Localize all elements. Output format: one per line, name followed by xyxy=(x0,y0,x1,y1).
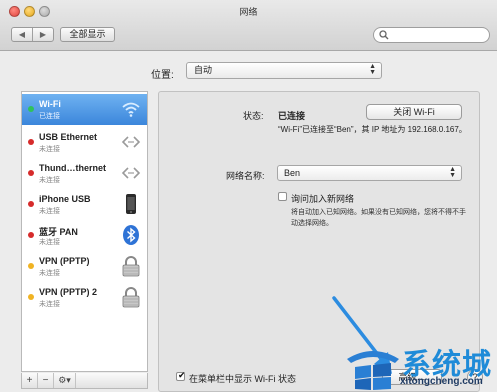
location-select[interactable]: 自动 ▲ ▼ xyxy=(186,62,382,79)
watermark: 系统城 xitongcheng.com xyxy=(340,345,497,392)
status-dot xyxy=(28,201,34,207)
window-toolbar: 网络 ◀ ▶ 全部显示 xyxy=(0,0,497,51)
ask-join-description: 将自动加入已知网络。如果没有已知网络，您将不得不手动选择网络。 xyxy=(291,209,466,227)
turn-off-wifi-button[interactable]: 关闭 Wi-Fi xyxy=(366,104,462,120)
status-dot xyxy=(28,263,34,269)
ask-join-label: 询问加入新网络 xyxy=(291,194,355,204)
search-field[interactable] xyxy=(373,27,490,43)
show-in-menubar-label: 在菜单栏中显示 Wi-Fi 状态 xyxy=(189,374,296,384)
ethernet-arrows-icon xyxy=(121,167,141,179)
wifi-icon xyxy=(122,102,140,117)
network-name-label: 网络名称: xyxy=(226,171,265,181)
service-status: 未连接 xyxy=(39,301,60,308)
status-dot xyxy=(28,106,34,112)
window-title: 网络 xyxy=(239,7,258,17)
lock-icon xyxy=(122,256,140,277)
service-name: Thund…thernet xyxy=(39,163,106,173)
status-dot xyxy=(28,294,34,300)
service-name: VPN (PPTP) xyxy=(39,256,90,266)
service-status: 未连接 xyxy=(39,208,60,215)
ethernet-arrows-icon xyxy=(121,136,141,148)
service-item-bluetooth-pan[interactable]: 蓝牙 PAN 未连接 xyxy=(22,220,147,251)
status-value: 已连接 xyxy=(278,111,306,121)
bluetooth-icon xyxy=(123,225,139,245)
service-status: 未连接 xyxy=(39,239,60,246)
add-service-button[interactable]: + xyxy=(22,373,38,388)
service-item-usb-ethernet[interactable]: USB Ethernet 未连接 xyxy=(22,127,147,158)
xitongcheng-logo-icon xyxy=(347,351,399,390)
service-name: iPhone USB xyxy=(39,194,91,204)
service-item-vpn-pptp-2[interactable]: VPN (PPTP) 2 未连接 xyxy=(22,282,147,313)
service-item-vpn-pptp[interactable]: VPN (PPTP) 未连接 xyxy=(22,251,147,282)
forward-arrow-icon[interactable]: ▶ xyxy=(33,28,53,41)
remove-service-button[interactable]: − xyxy=(38,373,54,388)
service-item-wifi[interactable]: Wi-Fi 已连接 xyxy=(22,94,147,125)
network-name-value: Ben xyxy=(284,168,301,178)
back-arrow-icon[interactable]: ◀ xyxy=(12,28,33,41)
status-dot xyxy=(28,232,34,238)
checkmark-icon: ✔ xyxy=(178,370,186,380)
select-arrows-icon: ▲ ▼ xyxy=(449,166,456,179)
status-dot xyxy=(28,139,34,145)
location-value: 自动 xyxy=(194,65,213,75)
service-list-controls: + − ⚙▾ xyxy=(21,373,148,389)
status-label: 状态: xyxy=(243,111,264,121)
service-status: 未连接 xyxy=(39,270,60,277)
service-name: VPN (PPTP) 2 xyxy=(39,287,98,297)
service-list: Wi-Fi 已连接 USB Ethernet 未连接 Thund…thernet… xyxy=(21,91,148,372)
service-item-iphone-usb[interactable]: iPhone USB 未连接 xyxy=(22,189,147,220)
gear-menu-button[interactable]: ⚙▾ xyxy=(54,373,76,388)
show-all-button[interactable]: 全部显示 xyxy=(60,27,115,42)
location-label: 位置: xyxy=(151,70,174,81)
watermark-url: xitongcheng.com xyxy=(400,376,483,387)
back-forward-control: ◀ ▶ xyxy=(11,27,54,42)
network-name-select[interactable]: Ben ▲ ▼ xyxy=(277,165,462,181)
service-name: Wi-Fi xyxy=(39,99,61,109)
status-dot xyxy=(28,170,34,176)
iphone-icon xyxy=(126,194,136,214)
ask-join-checkbox[interactable] xyxy=(278,192,287,201)
service-status: 未连接 xyxy=(39,177,60,184)
lock-icon xyxy=(122,287,140,308)
search-icon xyxy=(379,30,389,40)
service-status: 未连接 xyxy=(39,146,60,153)
select-arrows-icon: ▲ ▼ xyxy=(369,63,376,76)
service-status: 已连接 xyxy=(39,113,60,120)
status-description: “Wi-Fi”已连接至“Ben”，其 IP 地址为 192.168.0.167。 xyxy=(278,125,467,134)
show-in-menubar-checkbox[interactable]: ✔ xyxy=(176,370,186,381)
service-name: USB Ethernet xyxy=(39,132,98,142)
service-item-thunderbolt-ethernet[interactable]: Thund…thernet 未连接 xyxy=(22,158,147,189)
